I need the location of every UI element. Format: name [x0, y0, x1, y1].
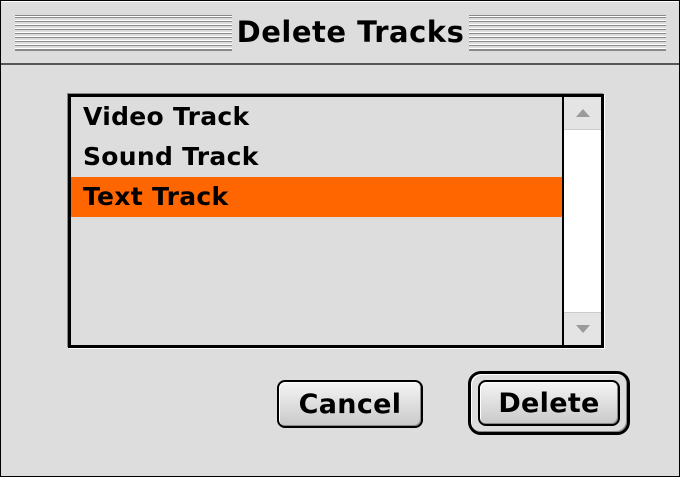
chevron-up-icon	[575, 108, 591, 118]
vertical-scrollbar[interactable]	[562, 97, 601, 345]
title-bar-stripes-left	[15, 15, 232, 51]
title-bar-stripes-right	[469, 15, 666, 51]
cancel-button[interactable]: Cancel	[277, 380, 423, 428]
delete-button[interactable]: Delete	[478, 380, 620, 426]
chevron-down-icon	[575, 324, 591, 334]
dialog-title: Delete Tracks	[236, 15, 465, 49]
track-list[interactable]: Video Track Sound Track Text Track	[68, 94, 604, 348]
scroll-down-button[interactable]	[564, 312, 601, 345]
title-bar[interactable]: Delete Tracks	[1, 1, 679, 65]
track-list-item-text[interactable]: Text Track	[71, 177, 587, 217]
track-list-item-video[interactable]: Video Track	[71, 97, 587, 137]
track-list-items: Video Track Sound Track Text Track	[71, 97, 587, 345]
delete-tracks-dialog: Delete Tracks Video Track Sound Track Te…	[0, 0, 680, 477]
scroll-track[interactable]	[564, 130, 601, 312]
track-list-item-sound[interactable]: Sound Track	[71, 137, 587, 177]
scroll-up-button[interactable]	[564, 97, 601, 130]
